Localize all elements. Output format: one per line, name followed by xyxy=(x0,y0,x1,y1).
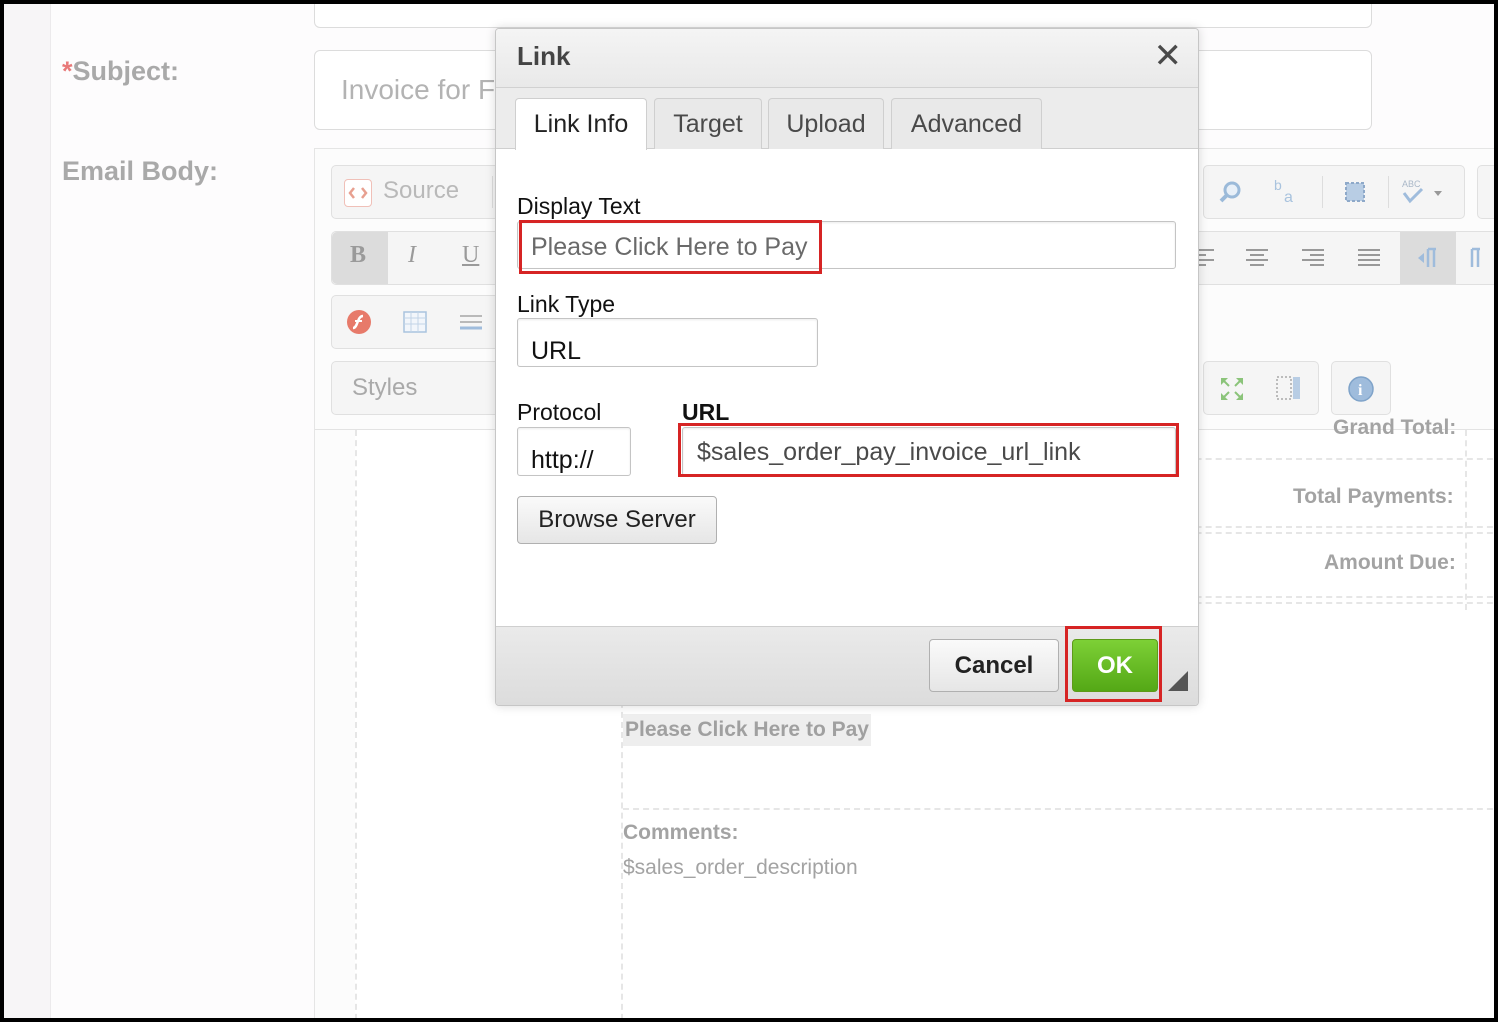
styles-dropdown[interactable]: Styles xyxy=(331,361,513,415)
text-direction-ltr-icon[interactable] xyxy=(1468,245,1494,271)
source-button[interactable]: Source xyxy=(383,177,459,205)
url-label: URL xyxy=(682,399,730,425)
toolbar-group-insert xyxy=(331,295,513,349)
protocol-label: Protocol xyxy=(517,399,602,425)
toolbar-group-source: Source xyxy=(331,165,513,219)
source-icon xyxy=(344,179,372,207)
italic-button[interactable]: I xyxy=(408,242,416,269)
replace-icon[interactable]: ba xyxy=(1274,176,1300,206)
highlight-display-text xyxy=(519,220,822,274)
table-icon[interactable] xyxy=(402,309,428,335)
select-all-icon[interactable] xyxy=(1342,179,1368,205)
subject-label: *Subject: xyxy=(62,56,180,86)
amount-due-label: Amount Due: xyxy=(1324,551,1456,574)
pay-link-text[interactable]: Please Click Here to Pay xyxy=(623,714,871,746)
left-sidebar xyxy=(4,4,51,1018)
tab-link-info[interactable]: Link Info xyxy=(515,98,647,150)
toolbar-group-align xyxy=(1185,231,1494,285)
comments-value: $sales_order_description xyxy=(623,856,858,879)
comments-label: Comments: xyxy=(623,821,739,844)
svg-text:ABC: ABC xyxy=(1402,179,1421,189)
screen-frame: *Subject: Invoice for F Email Body: Sour… xyxy=(4,4,1494,1018)
link-type-label: Link Type xyxy=(517,291,616,317)
horizontal-rule-icon[interactable] xyxy=(458,309,484,335)
dialog-titlebar[interactable]: Link ✕ xyxy=(496,29,1198,88)
maximize-icon[interactable] xyxy=(1218,375,1244,401)
styles-dropdown-label: Styles xyxy=(352,374,418,401)
display-text-label: Display Text xyxy=(517,193,641,219)
toolbar-group-extra xyxy=(1477,165,1494,219)
svg-text:a: a xyxy=(1284,189,1293,206)
align-right-icon[interactable] xyxy=(1300,245,1326,271)
cancel-button[interactable]: Cancel xyxy=(929,639,1059,692)
highlight-url xyxy=(678,423,1179,477)
text-direction-rtl-icon[interactable] xyxy=(1414,245,1440,271)
underline-button[interactable]: U xyxy=(462,242,479,269)
tab-upload[interactable]: Upload xyxy=(768,98,884,149)
svg-text:i: i xyxy=(1358,382,1363,399)
grand-total-label: Grand Total: xyxy=(1333,416,1457,439)
align-center-icon[interactable] xyxy=(1244,245,1270,271)
toolbar-group-about: i xyxy=(1331,361,1391,415)
email-body-label: Email Body: xyxy=(62,156,219,186)
tab-advanced[interactable]: Advanced xyxy=(891,98,1042,149)
previous-field-input[interactable] xyxy=(314,4,1372,28)
toolbar-group-basic-styles: B I U xyxy=(331,231,513,285)
about-info-icon[interactable]: i xyxy=(1347,375,1374,402)
dialog-tabbar: Link Info Target Upload Advanced xyxy=(496,88,1198,150)
total-payments-label: Total Payments: xyxy=(1293,485,1454,508)
dialog-title: Link xyxy=(517,41,571,71)
highlight-ok-button xyxy=(1065,626,1162,702)
close-icon[interactable]: ✕ xyxy=(1154,39,1183,73)
flash-icon[interactable] xyxy=(346,309,372,335)
svg-text:b: b xyxy=(1274,177,1282,193)
tab-target[interactable]: Target xyxy=(654,98,762,149)
search-icon[interactable] xyxy=(1218,179,1244,205)
resize-handle-icon[interactable] xyxy=(1168,671,1188,696)
browse-server-button[interactable]: Browse Server xyxy=(517,496,717,544)
link-dialog: Link ✕ Link Info Target Upload Advanced … xyxy=(495,28,1199,706)
bold-button[interactable]: B xyxy=(350,242,366,269)
justify-icon[interactable] xyxy=(1356,245,1382,271)
show-blocks-icon[interactable] xyxy=(1274,373,1300,400)
spellcheck-icon[interactable]: ABC xyxy=(1400,177,1450,204)
toolbar-group-find: ba ABC xyxy=(1203,165,1465,219)
link-type-select[interactable]: URL xyxy=(517,318,818,367)
protocol-select[interactable]: http:// xyxy=(517,427,631,476)
toolbar-group-tools xyxy=(1203,361,1319,415)
